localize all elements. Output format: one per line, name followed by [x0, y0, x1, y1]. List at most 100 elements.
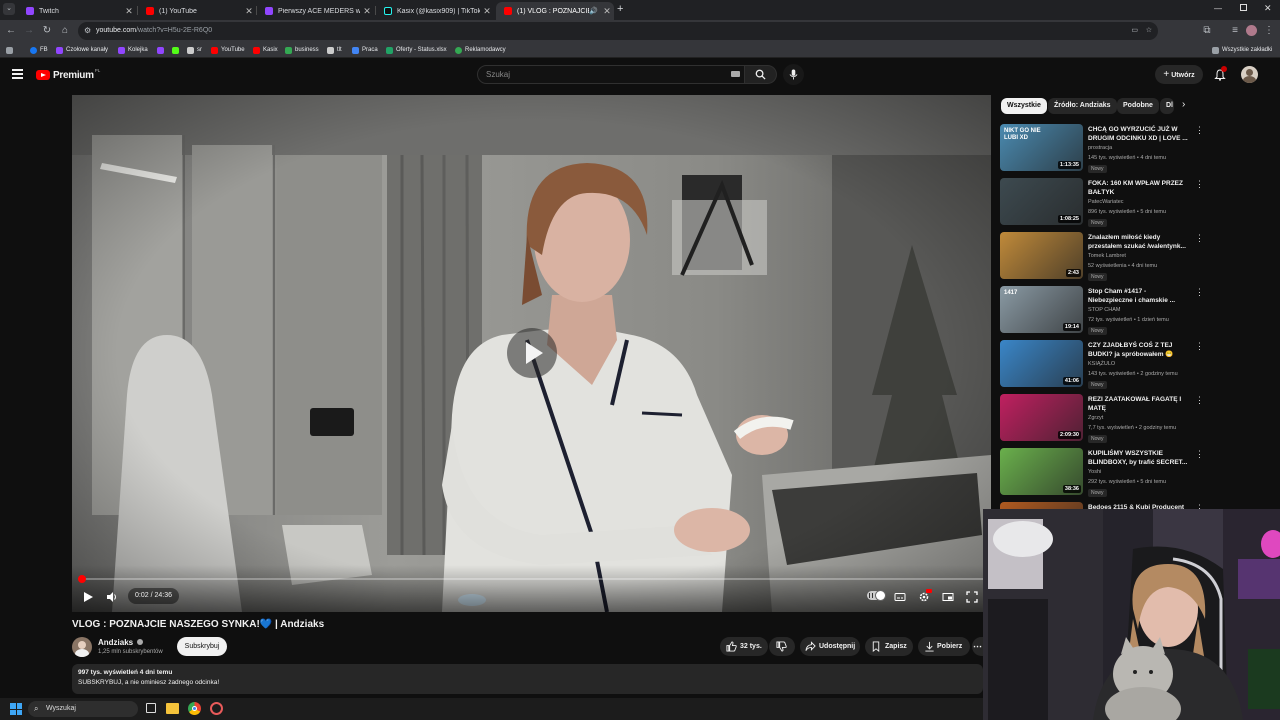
recommendation-item[interactable]: 1417 19:14 Stop Cham #1417 - Niebezpieczne… — [1000, 286, 1205, 336]
more-options-icon[interactable]: ⋮ — [1195, 342, 1204, 351]
install-app-icon[interactable]: ▭ — [1131, 22, 1138, 40]
subscribe-button[interactable]: Subskrybuj — [177, 637, 227, 656]
volume-button[interactable] — [106, 590, 120, 604]
fullscreen-button[interactable] — [966, 590, 980, 604]
bookmark-tlt[interactable]: tlt — [327, 45, 342, 55]
more-actions-button[interactable]: ⋯ — [972, 637, 983, 656]
recommendation-title[interactable]: FOKA: 160 KM WPŁAW PRZEZ BAŁTYK — [1088, 179, 1192, 197]
recommendation-thumbnail[interactable]: 2:09:30 — [1000, 394, 1083, 441]
recommendation-title[interactable]: CZY ZJADŁBYŚ COŚ Z TEJ BUDKI? ja spróbow… — [1088, 341, 1192, 359]
recommendation-item[interactable]: 2:43 Znalazłem miłość kiedy przestałem sz… — [1000, 232, 1205, 282]
apps-grid-icon[interactable] — [6, 45, 16, 55]
bookmark-praca[interactable]: Praca — [352, 45, 378, 55]
recommendation-item[interactable]: 41:06 CZY ZJADŁBYŚ COŚ Z TEJ BUDKI? ja sp… — [1000, 340, 1205, 390]
chip-more[interactable]: Dl — [1160, 98, 1174, 114]
autoplay-toggle[interactable] — [867, 591, 885, 600]
tab-close-icon[interactable]: ✕ — [360, 6, 374, 17]
recommendation-channel[interactable]: Zgrzyt — [1088, 415, 1103, 421]
recommendation-title[interactable]: Stop Cham #1417 - Niebezpieczne i chamsk… — [1088, 287, 1192, 305]
bookmark-kasix[interactable]: Kasix — [253, 45, 278, 55]
extensions-icon[interactable]: ⧉ — [1200, 24, 1214, 38]
file-explorer-icon[interactable] — [166, 703, 179, 714]
recommendation-thumbnail[interactable]: 38:36 — [1000, 448, 1083, 495]
more-options-icon[interactable]: ⋮ — [1195, 126, 1204, 135]
tab-youtube[interactable]: (1) YouTube ✕ — [138, 2, 256, 20]
video-player[interactable]: 0:02 / 24:36 — [72, 95, 991, 612]
forward-icon[interactable]: → — [22, 24, 36, 38]
description-box[interactable]: 997 tys. wyświetleń 4 dni temu SUBSKRYBU… — [72, 664, 983, 694]
all-bookmarks[interactable]: Wszystkie zakładki — [1212, 45, 1272, 55]
tab-search-icon[interactable]: ⌄ — [3, 3, 15, 15]
account-avatar[interactable] — [1241, 66, 1258, 83]
bookmark-oferty[interactable]: Oferty - Status.xlsx — [386, 45, 447, 55]
tab-close-icon[interactable]: ✕ — [122, 6, 136, 17]
recommendation-thumbnail[interactable]: 1417 19:14 — [1000, 286, 1083, 333]
tab-close-icon[interactable]: ✕ — [480, 6, 494, 17]
audio-playing-icon[interactable]: 🔊 — [589, 7, 598, 15]
youtube-logo[interactable]: Premium PL — [36, 68, 100, 82]
bookmark-kolejka[interactable]: Kolejka — [118, 45, 148, 55]
progress-scrubber[interactable] — [78, 575, 86, 583]
recommendation-title[interactable]: KUPILIŚMY WSZYSTKIE BLINDBOXY, by trafić… — [1088, 449, 1192, 467]
chrome-icon[interactable] — [188, 702, 201, 715]
keyboard-icon[interactable] — [731, 71, 740, 77]
reload-icon[interactable]: ↻ — [40, 24, 54, 38]
notifications-bell-icon[interactable] — [1214, 66, 1227, 81]
like-button[interactable]: 32 tys. — [720, 637, 768, 656]
miniplayer-button[interactable] — [942, 590, 956, 604]
chips-next-arrow-icon[interactable]: › — [1182, 99, 1185, 110]
close-window-icon[interactable]: ✕ — [1264, 3, 1272, 14]
more-options-icon[interactable]: ⋮ — [1195, 288, 1204, 297]
recommendation-item[interactable]: 38:36 KUPILIŚMY WSZYSTKIE BLINDBOXY, by t… — [1000, 448, 1205, 498]
recommendation-channel[interactable]: KSIĄŻULO — [1088, 361, 1115, 367]
recommendation-thumbnail[interactable]: 41:06 — [1000, 340, 1083, 387]
voice-search-button[interactable] — [783, 64, 804, 85]
tab-twitch[interactable]: Twitch ✕ — [18, 2, 136, 20]
tab-twitch-ace[interactable]: Pierwszy ACE MEDERS w życiu ✕ — [257, 2, 374, 20]
dislike-button[interactable] — [769, 637, 795, 656]
site-info-icon[interactable]: ⚙ — [84, 22, 91, 40]
recommendation-channel[interactable]: Yoshi — [1088, 469, 1101, 475]
recommendation-channel[interactable]: prostracja — [1088, 145, 1112, 151]
tab-close-icon[interactable]: ✕ — [242, 6, 256, 17]
channel-avatar[interactable] — [72, 637, 92, 657]
search-input[interactable]: Szukaj — [477, 65, 745, 84]
recommendation-title[interactable]: REZI ZAATAKOWAŁ FAGATĘ I MATĘ — [1088, 395, 1192, 413]
task-view-icon[interactable] — [146, 703, 156, 713]
bookmark-fb[interactable]: FB — [30, 45, 48, 55]
taskbar-search-input[interactable]: ⌕ Wyszukaj — [28, 701, 138, 717]
center-play-button[interactable] — [507, 328, 557, 378]
recommendation-thumbnail[interactable]: 1:08:25 — [1000, 178, 1083, 225]
recommendation-thumbnail[interactable]: 2:43 — [1000, 232, 1083, 279]
hamburger-menu-icon[interactable] — [12, 69, 23, 79]
more-options-icon[interactable]: ⋮ — [1195, 234, 1204, 243]
address-bar[interactable]: ⚙ youtube.com/watch?v=H5u-2E-R6Q0 ▭ ☆ — [78, 22, 1158, 40]
windows-start-icon[interactable] — [10, 703, 22, 715]
recommendation-channel[interactable]: STOP CHAM — [1088, 307, 1121, 313]
chrome-menu-icon[interactable]: ⋮ — [1262, 24, 1276, 38]
back-icon[interactable]: ← — [4, 24, 18, 38]
channel-name[interactable]: Andziaks — [98, 638, 144, 647]
search-button[interactable] — [745, 65, 777, 84]
save-button[interactable]: Zapisz — [865, 637, 913, 656]
chip-all[interactable]: Wszystkie — [1001, 98, 1047, 114]
bookmark-reklamodawcy[interactable]: Reklamodawcy — [455, 45, 506, 55]
recommendation-channel[interactable]: PatecWariatec — [1088, 199, 1124, 205]
new-tab-button[interactable]: + — [617, 3, 623, 15]
more-options-icon[interactable]: ⋮ — [1195, 180, 1204, 189]
chip-from-channel[interactable]: Źródło: Andziaks — [1048, 98, 1117, 114]
play-button[interactable] — [82, 590, 96, 604]
app-icon[interactable] — [210, 702, 223, 715]
share-button[interactable]: Udostępnij — [800, 637, 860, 656]
subtitles-button[interactable] — [894, 590, 908, 604]
bookmark-sr[interactable]: sr — [187, 45, 202, 55]
recommendation-channel[interactable]: Tomek Lambret — [1088, 253, 1126, 259]
profile-avatar[interactable] — [1246, 25, 1257, 36]
recommendation-title[interactable]: Znalazłem miłość kiedy przestałem szukać… — [1088, 233, 1192, 251]
recommendation-item[interactable]: 2:09:30 REZI ZAATAKOWAŁ FAGATĘ I MATĘ Zgrz… — [1000, 394, 1205, 444]
bookmark-business[interactable]: business — [285, 45, 319, 55]
download-button[interactable]: Pobierz — [918, 637, 970, 656]
more-options-icon[interactable]: ⋮ — [1195, 396, 1204, 405]
bookmark-twitch[interactable] — [157, 45, 167, 55]
recommendation-item[interactable]: 1:08:25 FOKA: 160 KM WPŁAW PRZEZ BAŁTYK Pa… — [1000, 178, 1205, 228]
